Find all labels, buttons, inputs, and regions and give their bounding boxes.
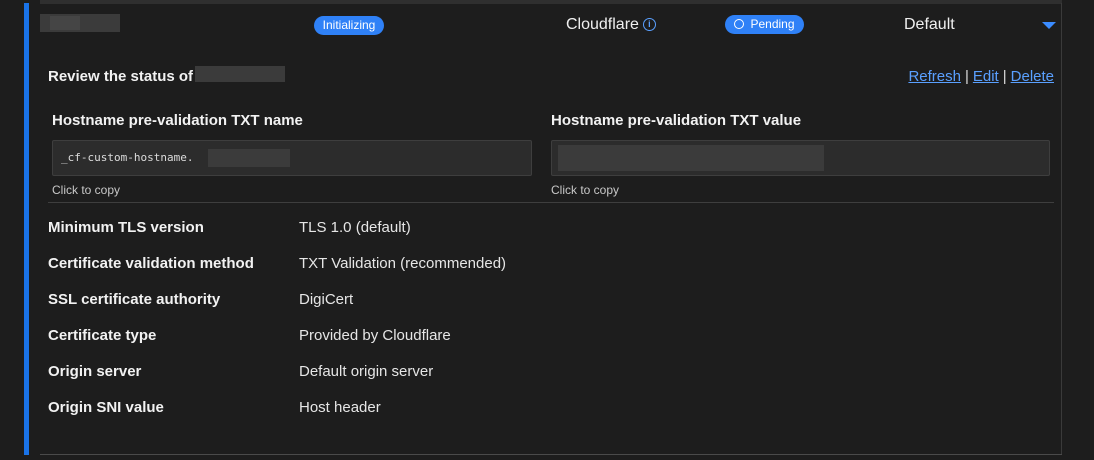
edit-link[interactable]: Edit xyxy=(973,68,999,85)
property-value: TXT Validation (recommended) xyxy=(299,255,507,272)
top-border xyxy=(40,0,1062,4)
validation-status-badge: Pending xyxy=(725,15,804,34)
separator: | xyxy=(964,68,969,85)
txt-value-field[interactable] xyxy=(551,140,1050,176)
redacted-hostname-review xyxy=(195,66,285,82)
refresh-link[interactable]: Refresh xyxy=(908,68,961,85)
property-value: Host header xyxy=(299,399,381,416)
property-value: Default origin server xyxy=(299,363,434,380)
redacted-txt-name-suffix xyxy=(208,149,290,167)
expanded-row-accent xyxy=(24,3,29,455)
property-value: Provided by Cloudflare xyxy=(299,327,451,344)
txt-value-label: Hostname pre-validation TXT value xyxy=(551,112,802,129)
review-title: Review the status of xyxy=(48,68,193,85)
txt-name-value: _cf-custom-hostname. xyxy=(61,151,194,164)
review-title-text: Review the status of xyxy=(48,68,194,85)
property-label: Certificate validation method xyxy=(48,255,254,272)
right-border xyxy=(1061,3,1062,455)
property-label: Origin server xyxy=(48,363,142,380)
provider-label: Cloudflare i xyxy=(566,16,656,34)
property-label: Origin SNI value xyxy=(48,399,164,416)
property-label: SSL certificate authority xyxy=(48,291,221,308)
hostname-row-header[interactable]: Initializing Cloudflare i Pending Default xyxy=(40,14,1060,38)
default-label: Default xyxy=(904,16,955,33)
property-label: Certificate type xyxy=(48,327,157,344)
txt-name-field[interactable]: _cf-custom-hostname. xyxy=(52,140,532,176)
property-value: TLS 1.0 (default) xyxy=(299,219,411,236)
txt-name-label: Hostname pre-validation TXT name xyxy=(52,112,303,129)
chevron-down-icon[interactable] xyxy=(1042,22,1056,29)
provider-name: Cloudflare xyxy=(566,16,639,33)
txt-name-copy-hint: Click to copy xyxy=(52,183,121,197)
redacted-txt-value xyxy=(558,145,824,171)
status-badge: Initializing xyxy=(314,16,384,35)
clock-icon xyxy=(734,19,745,29)
redacted-hostname-part xyxy=(50,16,80,30)
separator: | xyxy=(1002,68,1007,85)
bottom-border xyxy=(40,454,1062,455)
property-value: DigiCert xyxy=(299,291,354,308)
delete-link[interactable]: Delete xyxy=(1011,68,1054,85)
txt-value-copy-hint: Click to copy xyxy=(551,183,620,197)
section-divider xyxy=(48,202,1054,203)
validation-status-label: Pending xyxy=(750,17,795,31)
row-actions: Refresh | Edit | Delete xyxy=(908,68,1054,85)
property-label: Minimum TLS version xyxy=(48,219,204,236)
info-icon[interactable]: i xyxy=(642,18,656,31)
